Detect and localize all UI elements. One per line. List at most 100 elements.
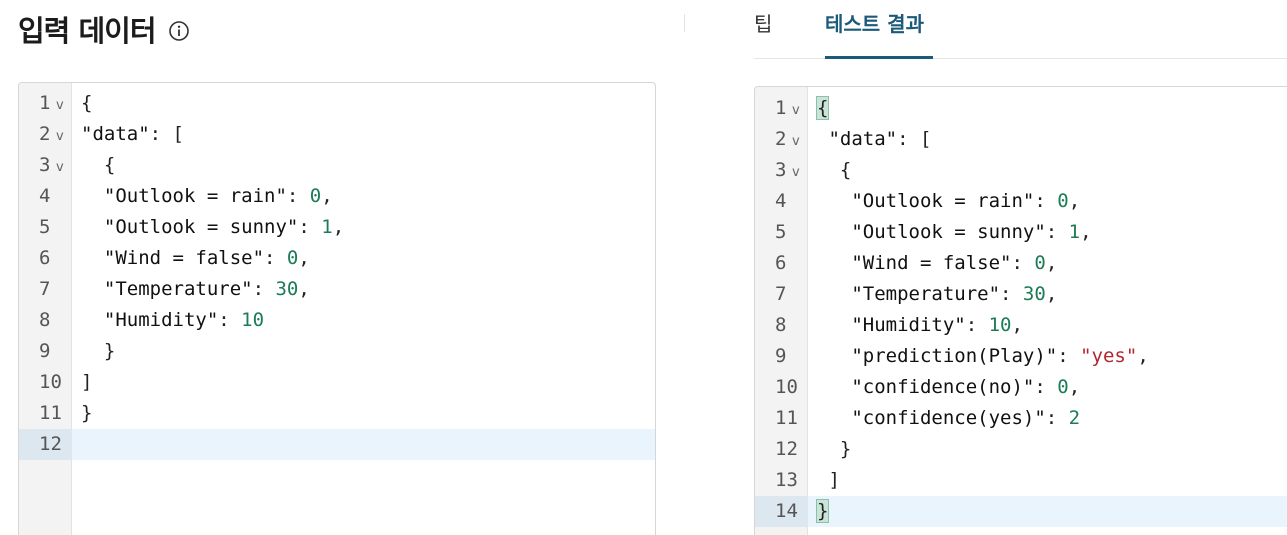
code-token: "data" — [817, 128, 898, 150]
code-token: "Outlook = sunny" — [81, 216, 299, 238]
result-code-editor[interactable]: 1 v { 2 v "data": [ 3 v { 4 "Outlook = r… — [754, 86, 1287, 535]
line-number: 10 — [39, 371, 62, 393]
fold-chevron-icon[interactable]: v — [56, 90, 64, 121]
code-token: "Humidity" — [81, 309, 219, 331]
code-line[interactable]: 10 ] — [19, 367, 655, 398]
code-line[interactable]: 3 v { — [755, 155, 1287, 186]
code-line[interactable]: 3 v { — [19, 150, 655, 181]
code-token: 10 — [241, 309, 265, 331]
input-code-editor[interactable]: 1 v { 2 v "data": [ 3 v { 4 "Outlook = r… — [18, 82, 656, 535]
code-line-active[interactable]: 14 } — [755, 496, 1287, 527]
code-token: { — [817, 159, 852, 181]
code-token: "Temperature" — [817, 283, 1001, 305]
code-token: 30 — [1022, 283, 1046, 305]
line-number: 12 — [19, 429, 72, 460]
code-token: "Wind = false" — [817, 252, 1012, 274]
code-token: } — [81, 340, 116, 362]
code-token: 0 — [1034, 252, 1046, 274]
line-number: 6 — [39, 247, 51, 269]
code-token: "Wind = false" — [81, 247, 265, 269]
code-line[interactable]: 12 } — [755, 434, 1287, 465]
input-data-title: 입력 데이터 — [18, 14, 156, 48]
code-line[interactable]: 6 "Wind = false": 0, — [19, 243, 655, 274]
code-line[interactable]: 7 "Temperature": 30, — [755, 279, 1287, 310]
code-token: "data" — [81, 123, 150, 145]
code-token: 1 — [321, 216, 333, 238]
code-token: : [ — [149, 123, 184, 145]
code-line[interactable]: 9 "prediction(Play)": "yes", — [755, 341, 1287, 372]
code-token: { — [81, 92, 93, 114]
code-line[interactable]: 5 "Outlook = sunny": 1, — [19, 212, 655, 243]
code-line[interactable]: 8 "Humidity": 10, — [755, 310, 1287, 341]
code-token: : [ — [897, 128, 932, 150]
line-number: 8 — [39, 309, 51, 331]
code-token: "confidence(yes)" — [817, 407, 1046, 429]
matched-brace: { — [815, 96, 830, 120]
code-token: "confidence(no)" — [817, 376, 1035, 398]
code-line[interactable]: 1 v { — [19, 88, 655, 119]
line-number: 13 — [775, 469, 798, 491]
fold-chevron-icon[interactable]: v — [56, 121, 64, 152]
code-token: "prediction(Play)" — [817, 345, 1058, 367]
code-token: 0 — [1057, 190, 1069, 212]
fold-chevron-icon[interactable]: v — [56, 152, 64, 183]
code-token: } — [81, 402, 93, 424]
line-number: 5 — [39, 216, 51, 238]
line-number: 1 — [39, 92, 51, 114]
code-token: "Outlook = rain" — [81, 185, 287, 207]
tab-test-result[interactable]: 테스트 결과 — [825, 8, 924, 51]
code-line[interactable]: 4 "Outlook = rain": 0, — [755, 186, 1287, 217]
line-number: 2 — [39, 123, 51, 145]
line-number: 11 — [39, 402, 62, 424]
page: 입력 데이터 1 v { 2 v "data": [ 3 v {4 "Outl… — [0, 0, 1287, 535]
code-token: { — [81, 154, 116, 176]
code-line[interactable]: 2 v "data": [ — [755, 124, 1287, 155]
line-number: 3 — [39, 154, 51, 176]
info-circle-icon[interactable] — [168, 20, 190, 42]
code-line[interactable]: 11 } — [19, 398, 655, 429]
code-token: 30 — [275, 278, 299, 300]
active-tab-indicator — [825, 56, 933, 59]
code-token: 10 — [988, 314, 1012, 336]
tab-tip[interactable]: 팁 — [754, 8, 772, 51]
line-number: 4 — [775, 190, 787, 212]
matched-brace: } — [815, 499, 830, 523]
line-number: 6 — [775, 252, 787, 274]
panel-divider — [684, 14, 685, 32]
line-number: 4 — [39, 185, 51, 207]
code-line-active[interactable]: 12 — [19, 429, 655, 460]
line-number: 7 — [39, 278, 51, 300]
line-number: 7 — [775, 283, 787, 305]
code-line[interactable]: 13 ] — [755, 465, 1287, 496]
line-number: 11 — [775, 407, 798, 429]
code-line[interactable]: 9 } — [19, 336, 655, 367]
code-line[interactable]: 10 "confidence(no)": 0, — [755, 372, 1287, 403]
fold-chevron-icon[interactable]: v — [792, 95, 800, 126]
code-line[interactable]: 4 "Outlook = rain": 0, — [19, 181, 655, 212]
code-token: 2 — [1068, 407, 1081, 429]
code-token: 1 — [1068, 221, 1081, 243]
code-token: "yes" — [1080, 345, 1138, 367]
fold-chevron-icon[interactable]: v — [792, 126, 800, 157]
code-line[interactable]: 11 "confidence(yes)": 2 — [755, 403, 1287, 434]
line-number: 8 — [775, 314, 787, 336]
code-token: 0 — [286, 247, 299, 269]
code-line[interactable]: 5 "Outlook = sunny": 1, — [755, 217, 1287, 248]
code-line[interactable]: 8 "Humidity": 10 — [19, 305, 655, 336]
code-token: 0 — [309, 185, 322, 207]
line-number: 10 — [775, 376, 798, 398]
fold-chevron-icon[interactable]: v — [792, 157, 800, 188]
code-token: ] — [817, 469, 840, 491]
line-number: 1 — [775, 97, 787, 119]
line-number: 5 — [775, 221, 787, 243]
result-tabs: 팁 테스트 결과 — [754, 0, 1287, 59]
line-number: 14 — [755, 496, 808, 527]
code-line[interactable]: 6 "Wind = false": 0, — [755, 248, 1287, 279]
input-data-heading: 입력 데이터 — [18, 8, 190, 50]
code-line[interactable]: 1 v { — [755, 93, 1287, 124]
line-number: 3 — [775, 159, 787, 181]
code-line[interactable]: 7 "Temperature": 30, — [19, 274, 655, 305]
code-line[interactable]: 2 v "data": [ — [19, 119, 655, 150]
code-token: "Outlook = sunny" — [817, 221, 1046, 243]
line-number: 12 — [775, 438, 798, 460]
